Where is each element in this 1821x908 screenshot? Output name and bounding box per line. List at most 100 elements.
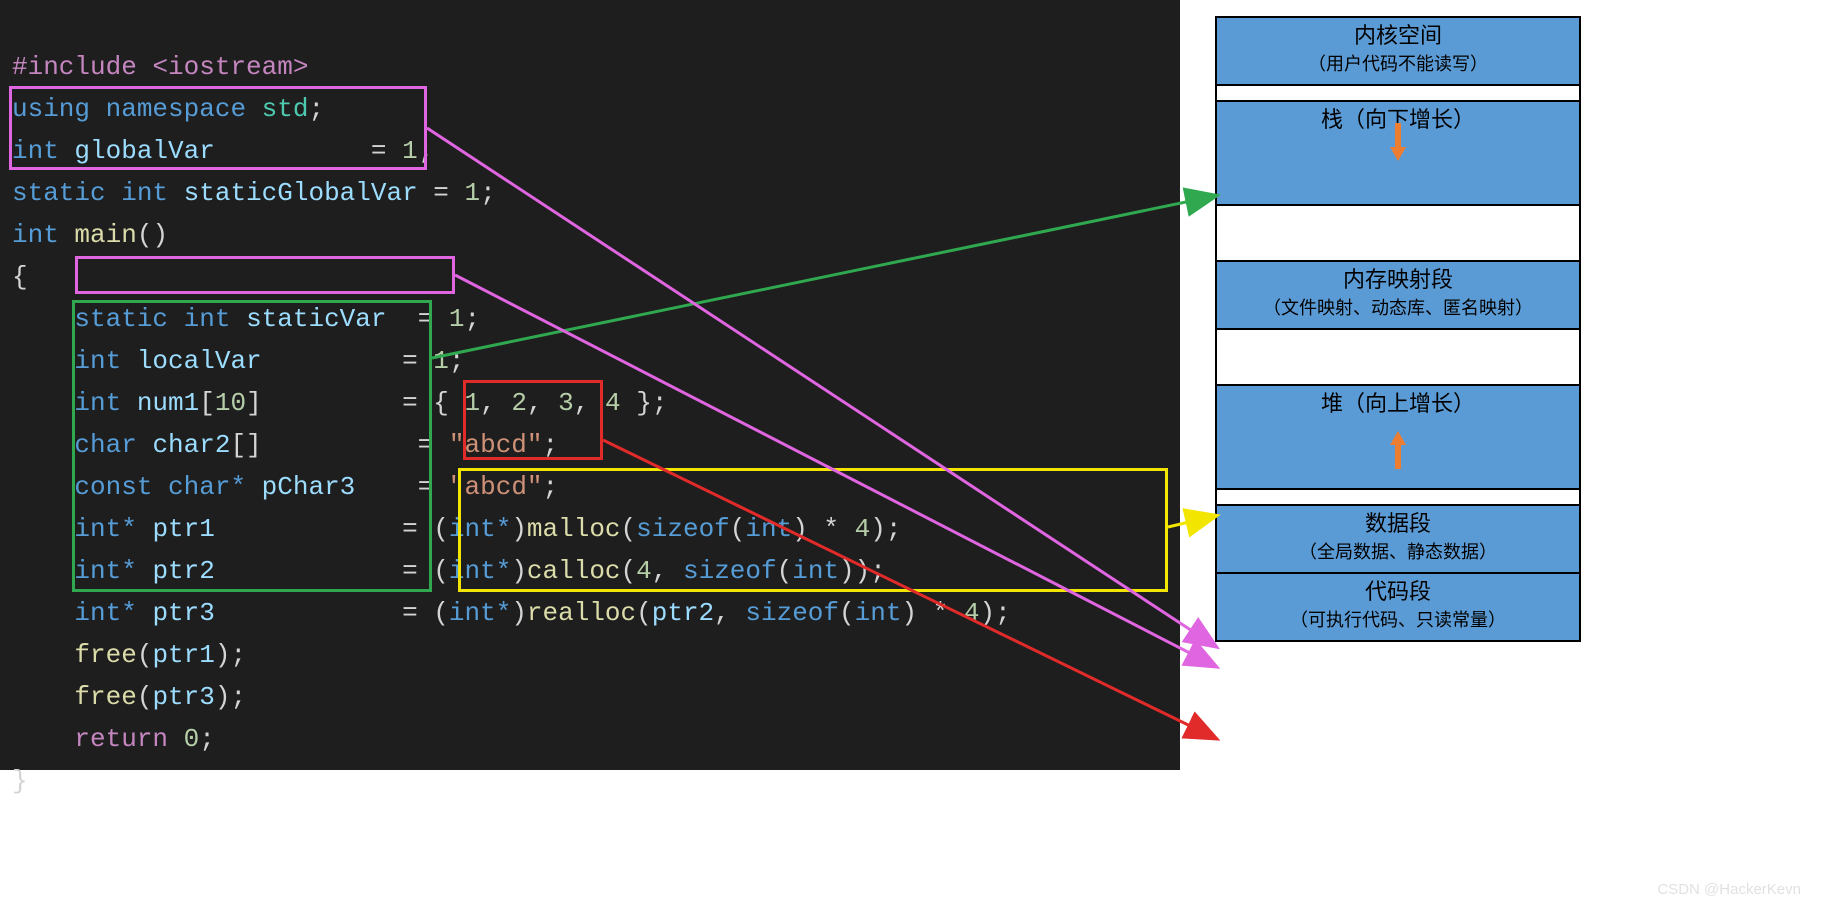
kw-int: int xyxy=(792,556,839,586)
mem-mmap: 内存映射段 （文件映射、动态库、匿名映射） xyxy=(1215,260,1581,330)
var-char2: char2 xyxy=(152,430,230,460)
num-4: 4 xyxy=(636,556,652,586)
var-ptr1: ptr1 xyxy=(152,640,214,670)
num-0: 0 xyxy=(184,724,200,754)
kw-namespace: namespace xyxy=(106,94,262,124)
br: [] = xyxy=(230,430,448,460)
kw-static: static xyxy=(12,304,184,334)
br-close: }; xyxy=(621,388,668,418)
p: ( xyxy=(730,514,746,544)
mem-data: 数据段 （全局数据、静态数据） xyxy=(1215,504,1581,574)
kw-int: int xyxy=(745,514,792,544)
eq: = xyxy=(371,136,402,166)
mem-kernel-title: 内核空间 xyxy=(1354,23,1442,48)
brace-close: } xyxy=(12,766,28,796)
p: ( xyxy=(636,598,652,628)
kw-using: using xyxy=(12,94,106,124)
p: ) xyxy=(511,598,527,628)
str-abcd: "abcd" xyxy=(449,472,543,502)
c: , xyxy=(527,388,558,418)
kw-int: int xyxy=(184,304,246,334)
p: ) xyxy=(511,514,527,544)
semi: )); xyxy=(839,556,886,586)
kw-sizeof: sizeof xyxy=(745,598,839,628)
mem-heap: 堆（向上增长） xyxy=(1215,384,1581,490)
num-1: 1 xyxy=(449,304,465,334)
semi: ; xyxy=(449,346,465,376)
kw-int: int xyxy=(12,136,74,166)
kw-int: int xyxy=(12,346,137,376)
var-staticGlobalVar: staticGlobalVar xyxy=(184,178,434,208)
semi: ); xyxy=(979,598,1010,628)
kw-intptr: int* xyxy=(12,514,152,544)
mem-kernel: 内核空间 （用户代码不能读写） xyxy=(1215,16,1581,86)
mul: ) * xyxy=(792,514,854,544)
semi: ; xyxy=(199,724,215,754)
num-1: 1 xyxy=(433,346,449,376)
eq: = xyxy=(402,346,433,376)
c: , xyxy=(480,388,511,418)
semi: ; xyxy=(543,472,559,502)
fn-main: main xyxy=(74,220,136,250)
mem-code: 代码段 （可执行代码、只读常量） xyxy=(1215,572,1581,642)
kw-int: int xyxy=(12,388,137,418)
kw-intptr: int* xyxy=(449,514,511,544)
mem-stack: 栈（向下增长） xyxy=(1215,100,1581,206)
kw-return: return xyxy=(12,724,184,754)
var-ptr2: ptr2 xyxy=(152,556,402,586)
mul: ) * xyxy=(901,598,963,628)
br: ] = { xyxy=(246,388,464,418)
p: ( xyxy=(137,682,153,712)
cast: = ( xyxy=(402,514,449,544)
p: ( xyxy=(839,598,855,628)
mem-mmap-sub: （文件映射、动态库、匿名映射） xyxy=(1217,294,1579,322)
ns-std: std xyxy=(262,94,309,124)
semi: ; xyxy=(418,136,434,166)
semi: ); xyxy=(870,514,901,544)
spacer xyxy=(1215,328,1581,386)
preproc: #include xyxy=(12,52,152,82)
kw-int: int xyxy=(12,220,74,250)
kw-intptr: int* xyxy=(12,556,152,586)
mem-data-sub: （全局数据、静态数据） xyxy=(1217,538,1579,566)
fn-free: free xyxy=(12,682,137,712)
arrow-down-icon xyxy=(1390,147,1406,161)
arrow-up-icon xyxy=(1390,431,1406,445)
var-globalVar: globalVar xyxy=(74,136,370,166)
mem-code-sub: （可执行代码、只读常量） xyxy=(1217,606,1579,634)
eq: = xyxy=(418,304,449,334)
memory-layout: 内核空间 （用户代码不能读写） 栈（向下增长） 内存映射段 （文件映射、动态库、… xyxy=(1215,16,1581,642)
var-ptr1: ptr1 xyxy=(152,514,402,544)
var-ptr3: ptr3 xyxy=(152,682,214,712)
brace-open: { xyxy=(12,262,28,292)
semi: ; xyxy=(480,178,496,208)
semi: ; xyxy=(308,94,324,124)
fn-realloc: realloc xyxy=(527,598,636,628)
code-editor: #include <iostream> using namespace std;… xyxy=(0,0,1180,770)
mem-code-title: 代码段 xyxy=(1365,579,1431,604)
kw-char: char xyxy=(12,430,152,460)
parens: () xyxy=(137,220,168,250)
num-2: 2 xyxy=(511,388,527,418)
p: ) xyxy=(511,556,527,586)
c: , xyxy=(574,388,605,418)
cast: = ( xyxy=(402,598,449,628)
semi: ); xyxy=(215,640,246,670)
num-4: 4 xyxy=(855,514,871,544)
num-4: 4 xyxy=(964,598,980,628)
spacer xyxy=(1215,204,1581,262)
kw-intptr: int* xyxy=(12,598,152,628)
watermark: CSDN @HackerKevn xyxy=(1657,881,1801,898)
var-ptr3: ptr3 xyxy=(152,598,402,628)
cast: = ( xyxy=(402,556,449,586)
p: ( xyxy=(137,640,153,670)
p: ( xyxy=(777,556,793,586)
num-4: 4 xyxy=(605,388,621,418)
kw-intptr: int* xyxy=(449,598,511,628)
kw-sizeof: sizeof xyxy=(636,514,730,544)
str-abcd: "abcd" xyxy=(449,430,543,460)
var-num1: num1 xyxy=(137,388,199,418)
var-ptr2: ptr2 xyxy=(652,598,714,628)
kw-intptr: int* xyxy=(449,556,511,586)
mem-data-title: 数据段 xyxy=(1365,511,1431,536)
